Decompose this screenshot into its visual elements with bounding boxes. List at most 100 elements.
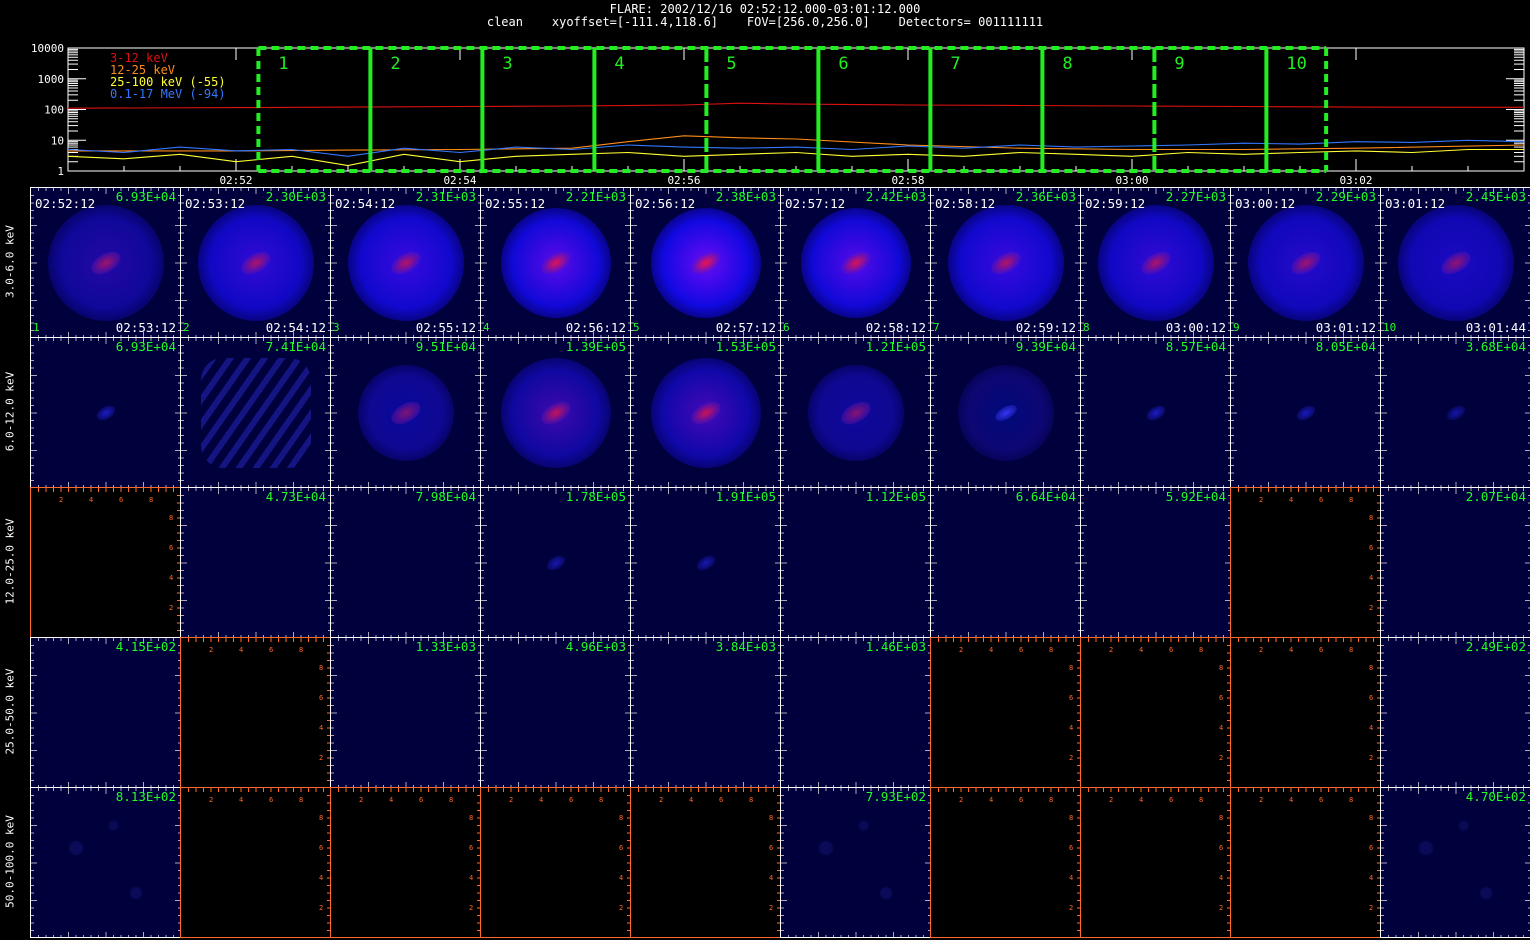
empty-axis-label: 4	[1139, 796, 1143, 804]
panel-start-time: 03:01:12	[1385, 196, 1446, 211]
image-panel: 8.05E+04	[1230, 337, 1381, 488]
empty-panel-axes: 2 2 4 4 6 6 8 8	[1088, 638, 1230, 781]
y-tick-label: 100	[44, 104, 64, 117]
panel-max-value: 2.31E+03	[415, 189, 476, 204]
panel-interval-index: 3	[333, 321, 340, 334]
panel-max-value: 2.07E+04	[1465, 489, 1526, 504]
empty-axis-label: 6	[1219, 844, 1223, 852]
empty-panel-axes: 2 2 4 4 6 6 8 8	[338, 788, 480, 931]
empty-axis-label: 4	[989, 646, 993, 654]
empty-axis-label: 8	[1199, 796, 1203, 804]
panel-max-value: 2.49E+02	[1465, 639, 1526, 654]
empty-axis-label: 4	[1069, 724, 1073, 732]
panel-start-time: 02:58:12	[935, 196, 996, 211]
empty-axis-label: 2	[319, 904, 323, 912]
interval-label: 9	[1174, 54, 1184, 74]
empty-axis-label: 2	[769, 904, 773, 912]
empty-axis-label: 6	[1319, 496, 1323, 504]
panel-start-time: 02:56:12	[635, 196, 696, 211]
panel-max-value: 4.73E+04	[265, 489, 326, 504]
image-panel: 6.64E+04	[930, 487, 1081, 638]
empty-axis-label: 4	[619, 874, 623, 882]
empty-panel-axes: 2 2 4 4 6 6 8 8	[1238, 488, 1380, 631]
empty-axis-label: 4	[1369, 574, 1373, 582]
image-panel: 8.57E+04	[1080, 337, 1231, 488]
panel-max-value: 2.45E+03	[1465, 189, 1526, 204]
panel-ticks	[931, 488, 1080, 637]
image-panel: 2 2 4 4 6 6 8 8	[630, 787, 781, 938]
empty-axis-label: 2	[1369, 904, 1373, 912]
empty-axis-label: 6	[1169, 796, 1173, 804]
empty-axis-label: 8	[1219, 814, 1223, 822]
panel-max-value: 4.15E+02	[115, 639, 176, 654]
panel-max-value: 9.39E+04	[1015, 339, 1076, 354]
empty-panel-axes: 2 2 4 4 6 6 8 8	[38, 488, 180, 631]
empty-axis-label: 2	[1259, 496, 1263, 504]
empty-axis-label: 6	[269, 646, 273, 654]
interval-label: 3	[502, 54, 512, 74]
image-panel: 1.78E+05	[480, 487, 631, 638]
empty-axis-label: 2	[1069, 754, 1073, 762]
empty-axis-label: 6	[1019, 796, 1023, 804]
empty-axis-label: 8	[1069, 814, 1073, 822]
image-panel: 2.49E+02	[1380, 637, 1530, 788]
panel-end-time: 03:01:12	[1315, 320, 1376, 335]
empty-axis-label: 2	[169, 604, 173, 612]
empty-axis-label: 4	[1289, 646, 1293, 654]
empty-axis-label: 2	[509, 796, 513, 804]
empty-axis-label: 2	[1219, 904, 1223, 912]
lightcurve-plot: 1 10 100 1000 10000 02:52 02:54 02:56 02:58 03:00…	[31, 42, 1525, 187]
empty-axis-label: 6	[1369, 694, 1373, 702]
image-panel: 2.07E+04	[1380, 487, 1530, 638]
empty-axis-label: 2	[959, 796, 963, 804]
empty-axis-label: 8	[449, 796, 453, 804]
empty-axis-label: 6	[1219, 694, 1223, 702]
panel-max-value: 7.41E+04	[265, 339, 326, 354]
empty-axis-label: 4	[89, 496, 93, 504]
empty-axis-label: 8	[1369, 514, 1373, 522]
empty-axis-label: 6	[169, 544, 173, 552]
empty-axis-label: 4	[989, 796, 993, 804]
empty-axis-label: 8	[599, 796, 603, 804]
empty-axis-label: 6	[1369, 544, 1373, 552]
panel-max-value: 2.36E+03	[1015, 189, 1076, 204]
empty-axis-label: 8	[299, 796, 303, 804]
empty-axis-label: 4	[1369, 874, 1373, 882]
empty-axis-label: 2	[359, 796, 363, 804]
empty-axis-label: 4	[769, 874, 773, 882]
empty-axis-label: 2	[1369, 754, 1373, 762]
empty-axis-label: 8	[169, 514, 173, 522]
panel-end-time: 02:58:12	[865, 320, 926, 335]
empty-axis-label: 6	[319, 694, 323, 702]
panel-ticks	[331, 488, 480, 637]
panel-ticks	[181, 488, 330, 637]
empty-panel-axes: 2 2 4 4 6 6 8 8	[1238, 788, 1380, 931]
panel-ticks	[331, 638, 480, 787]
empty-panel-axes: 2 2 4 4 6 6 8 8	[638, 788, 780, 931]
interval-label: 4	[614, 54, 624, 74]
panel-end-time: 02:59:12	[1015, 320, 1076, 335]
panel-max-value: 1.91E+05	[715, 489, 776, 504]
empty-axis-label: 6	[419, 796, 423, 804]
image-panel: 2.30E+03 02:53:12 2 02:54:12	[180, 187, 331, 338]
empty-axis-label: 8	[1219, 664, 1223, 672]
panel-interval-index: 8	[1083, 321, 1090, 334]
image-panel: 2.42E+03 02:57:12 6 02:58:12	[780, 187, 931, 338]
image-panel: 7.98E+04	[330, 487, 481, 638]
empty-axis-label: 8	[1069, 664, 1073, 672]
empty-panel-axes: 2 2 4 4 6 6 8 8	[188, 638, 330, 781]
panel-end-time: 02:53:12	[115, 320, 176, 335]
empty-axis-label: 6	[1069, 694, 1073, 702]
panel-end-time: 02:55:12	[415, 320, 476, 335]
empty-panel-axes: 2 2 4 4 6 6 8 8	[938, 638, 1080, 781]
x-tick-label: 02:58	[891, 174, 924, 187]
panel-start-time: 02:54:12	[335, 196, 396, 211]
panel-start-time: 02:55:12	[485, 196, 546, 211]
clean-parameters: clean xyoffset=[-111.4,118.6] FOV=[256.0…	[486, 15, 1044, 29]
empty-axis-label: 8	[1199, 646, 1203, 654]
y-tick-label: 10000	[31, 42, 64, 55]
panel-ticks	[1081, 488, 1230, 637]
panel-max-value: 1.21E+05	[865, 339, 926, 354]
empty-axis-label: 8	[299, 646, 303, 654]
empty-axis-label: 6	[469, 844, 473, 852]
